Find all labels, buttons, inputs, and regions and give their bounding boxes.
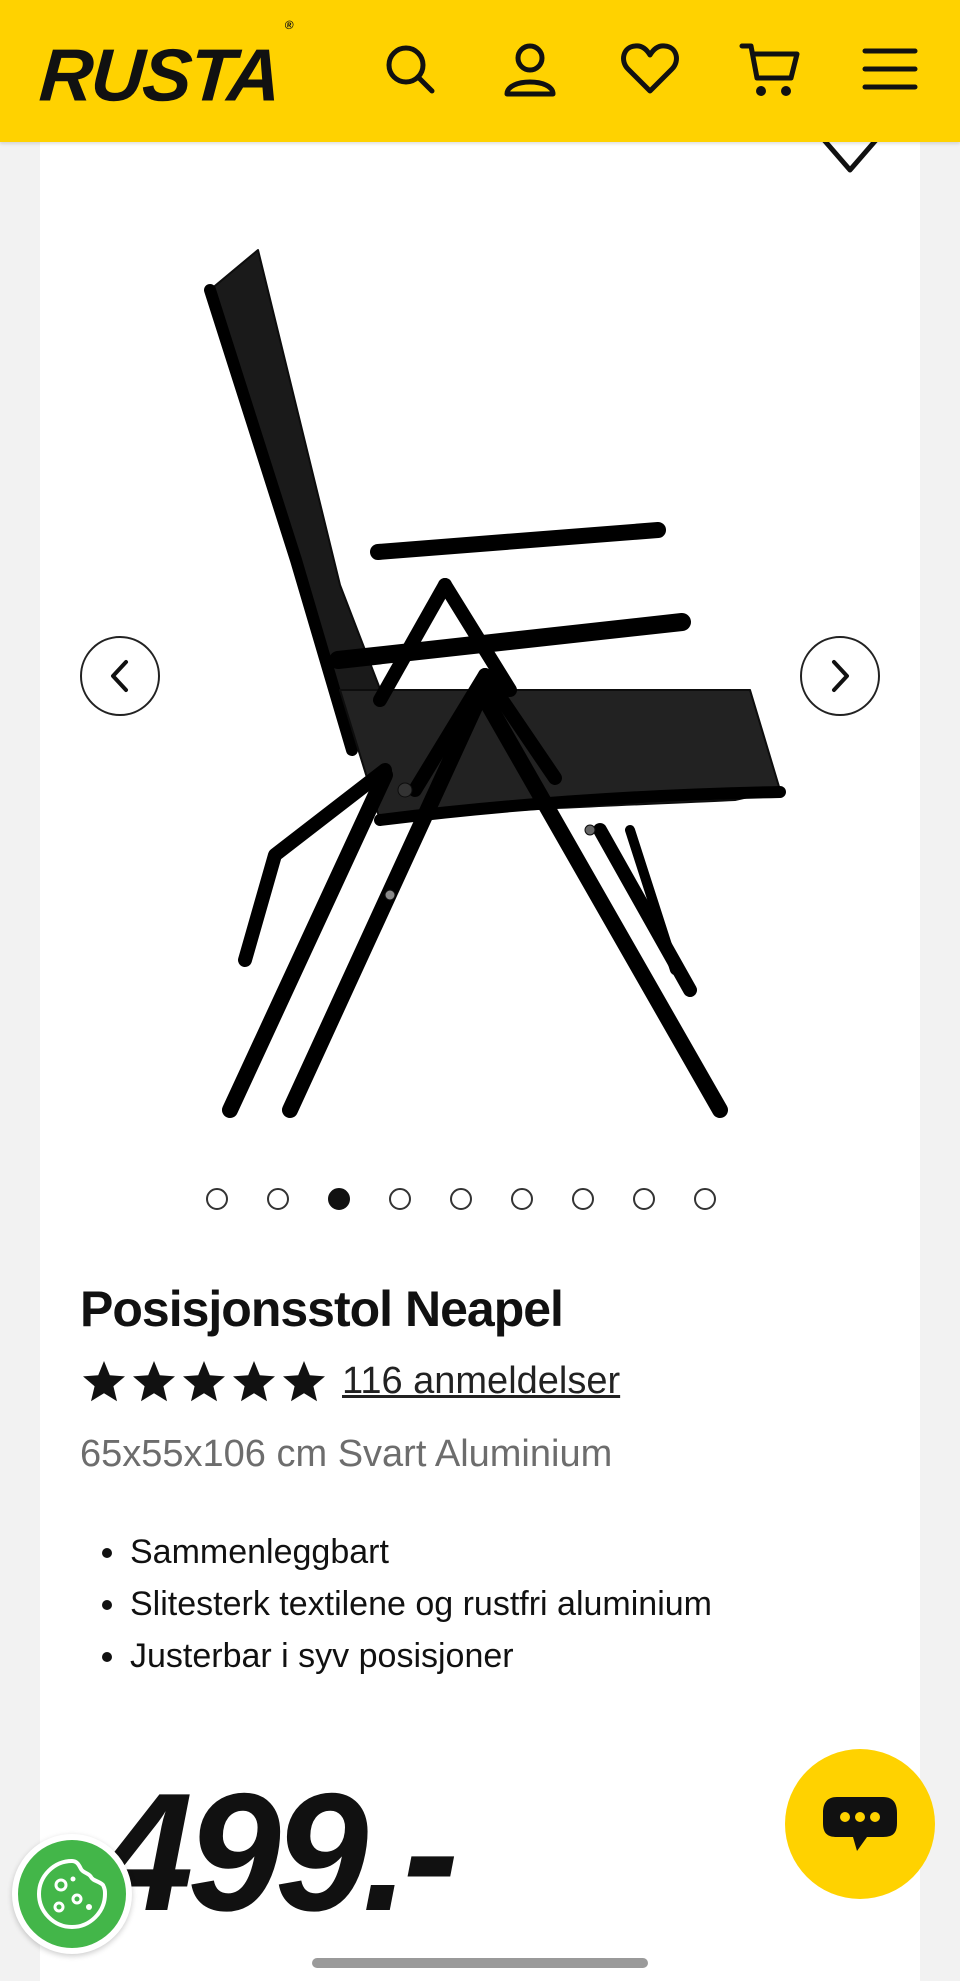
wishlist-icon[interactable] bbox=[615, 34, 685, 104]
chat-button[interactable] bbox=[785, 1749, 935, 1899]
next-image-button[interactable] bbox=[800, 636, 880, 716]
home-indicator bbox=[312, 1958, 648, 1968]
product-image bbox=[180, 230, 800, 1130]
product-title: Posisjonsstol Neapel bbox=[80, 1281, 564, 1337]
gallery-dot-active[interactable] bbox=[328, 1188, 350, 1210]
product-price: 499.- bbox=[100, 1758, 459, 1946]
list-item: Justerbar i syv posisjoner bbox=[100, 1630, 712, 1682]
rating-stars[interactable] bbox=[80, 1358, 328, 1406]
account-icon[interactable] bbox=[495, 34, 565, 104]
gallery-dot[interactable] bbox=[389, 1188, 411, 1210]
gallery-dot[interactable] bbox=[450, 1188, 472, 1210]
rusta-logo[interactable]: RUSTA® bbox=[37, 18, 292, 119]
chevron-left-icon bbox=[111, 660, 128, 692]
gallery-dot[interactable] bbox=[511, 1188, 533, 1210]
gallery-dot[interactable] bbox=[267, 1188, 289, 1210]
chevron-right-icon bbox=[832, 660, 849, 692]
cookie-settings-button[interactable] bbox=[12, 1834, 132, 1954]
star-icon bbox=[183, 1361, 225, 1402]
cookie-icon bbox=[36, 1858, 108, 1930]
cart-icon[interactable] bbox=[735, 34, 805, 104]
star-icon bbox=[233, 1361, 275, 1402]
star-icon bbox=[83, 1361, 125, 1402]
gallery-dot[interactable] bbox=[694, 1188, 716, 1210]
previous-image-button[interactable] bbox=[80, 636, 160, 716]
gallery-dot[interactable] bbox=[206, 1188, 228, 1210]
star-icon bbox=[283, 1361, 325, 1402]
gallery-dot[interactable] bbox=[633, 1188, 655, 1210]
feature-list: Sammenleggbart Slitesterk textilene og r… bbox=[100, 1526, 712, 1682]
reviews-link[interactable]: 116 anmeldelser bbox=[342, 1360, 620, 1403]
star-icon bbox=[133, 1361, 175, 1402]
menu-icon[interactable] bbox=[855, 34, 925, 104]
chat-bubble-icon bbox=[823, 1797, 897, 1851]
site-header: RUSTA® bbox=[0, 0, 960, 142]
gallery-dot[interactable] bbox=[572, 1188, 594, 1210]
list-item: Sammenleggbart bbox=[100, 1526, 712, 1578]
search-icon[interactable] bbox=[375, 34, 445, 104]
product-subtitle: 65x55x106 cm Svart Aluminium bbox=[80, 1433, 613, 1475]
gallery-pagination bbox=[206, 1188, 716, 1210]
list-item: Slitesterk textilene og rustfri aluminiu… bbox=[100, 1578, 712, 1630]
